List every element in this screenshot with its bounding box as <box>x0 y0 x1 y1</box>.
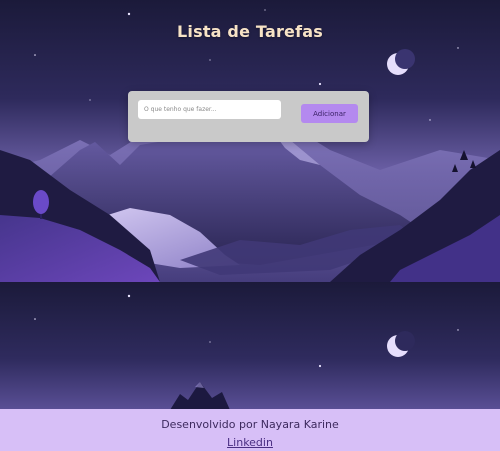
background-landscape-repeat <box>0 282 500 410</box>
linkedin-link[interactable]: Linkedin <box>227 436 273 449</box>
todo-form-card: Adicionar <box>128 91 369 142</box>
footer-credit: Desenvolvido por Nayara Karine <box>161 418 339 431</box>
add-button[interactable]: Adicionar <box>301 104 358 123</box>
page-title: Lista de Tarefas <box>177 22 323 41</box>
footer: Desenvolvido por Nayara Karine Linkedin <box>0 409 500 451</box>
task-input[interactable] <box>138 100 281 119</box>
